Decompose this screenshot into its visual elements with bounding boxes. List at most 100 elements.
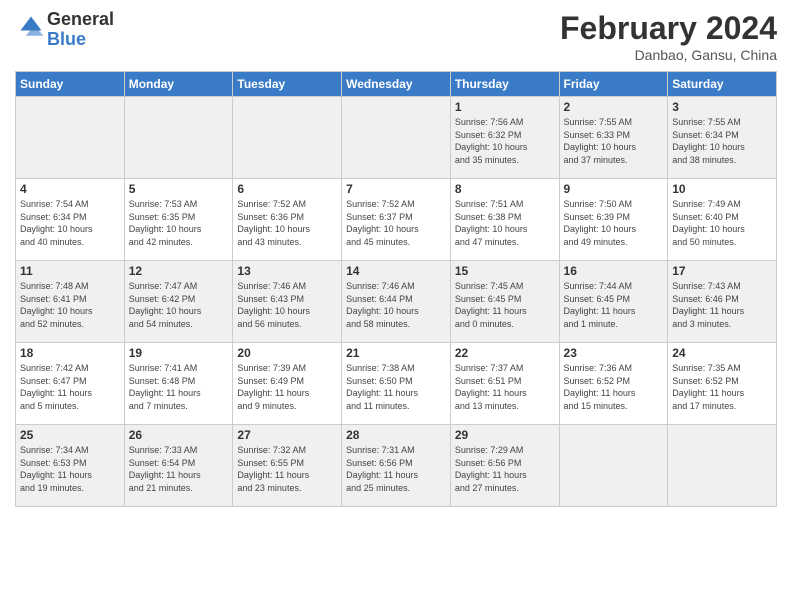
table-row: 25 Sunrise: 7:34 AMSunset: 6:53 PMDayligh… [16,425,125,507]
day-number: 4 [20,182,120,196]
day-info: Sunrise: 7:32 AMSunset: 6:55 PMDaylight:… [237,444,337,494]
table-row: 19 Sunrise: 7:41 AMSunset: 6:48 PMDayligh… [124,343,233,425]
day-info: Sunrise: 7:55 AMSunset: 6:33 PMDaylight:… [564,116,664,166]
day-number: 20 [237,346,337,360]
calendar-week-row: 11 Sunrise: 7:48 AMSunset: 6:41 PMDayligh… [16,261,777,343]
day-info: Sunrise: 7:31 AMSunset: 6:56 PMDaylight:… [346,444,446,494]
calendar-week-row: 18 Sunrise: 7:42 AMSunset: 6:47 PMDayligh… [16,343,777,425]
day-info: Sunrise: 7:48 AMSunset: 6:41 PMDaylight:… [20,280,120,330]
header-thursday: Thursday [450,72,559,97]
day-info: Sunrise: 7:50 AMSunset: 6:39 PMDaylight:… [564,198,664,248]
table-row: 5 Sunrise: 7:53 AMSunset: 6:35 PMDaylight… [124,179,233,261]
day-number: 19 [129,346,229,360]
logo: GeneralBlue [15,10,114,50]
header-friday: Friday [559,72,668,97]
table-row [559,425,668,507]
table-row: 1 Sunrise: 7:56 AMSunset: 6:32 PMDaylight… [450,97,559,179]
table-row: 9 Sunrise: 7:50 AMSunset: 6:39 PMDaylight… [559,179,668,261]
day-info: Sunrise: 7:37 AMSunset: 6:51 PMDaylight:… [455,362,555,412]
header-tuesday: Tuesday [233,72,342,97]
table-row: 16 Sunrise: 7:44 AMSunset: 6:45 PMDayligh… [559,261,668,343]
day-number: 7 [346,182,446,196]
day-info: Sunrise: 7:36 AMSunset: 6:52 PMDaylight:… [564,362,664,412]
day-info: Sunrise: 7:51 AMSunset: 6:38 PMDaylight:… [455,198,555,248]
table-row: 10Sunrise: 7:49 AMSunset: 6:40 PMDayligh… [668,179,777,261]
table-row: 13 Sunrise: 7:46 AMSunset: 6:43 PMDayligh… [233,261,342,343]
day-number: 23 [564,346,664,360]
logo-text: GeneralBlue [47,10,114,50]
table-row: 23 Sunrise: 7:36 AMSunset: 6:52 PMDayligh… [559,343,668,425]
day-info: Sunrise: 7:55 AMSunset: 6:34 PMDaylight:… [672,116,772,166]
header-saturday: Saturday [668,72,777,97]
day-number: 6 [237,182,337,196]
day-number: 16 [564,264,664,278]
table-row: 20 Sunrise: 7:39 AMSunset: 6:49 PMDayligh… [233,343,342,425]
day-number: 5 [129,182,229,196]
day-number: 27 [237,428,337,442]
table-row: 14 Sunrise: 7:46 AMSunset: 6:44 PMDayligh… [342,261,451,343]
calendar-header-row: Sunday Monday Tuesday Wednesday Thursday… [16,72,777,97]
day-info: Sunrise: 7:38 AMSunset: 6:50 PMDaylight:… [346,362,446,412]
day-info: Sunrise: 7:53 AMSunset: 6:35 PMDaylight:… [129,198,229,248]
table-row: 7 Sunrise: 7:52 AMSunset: 6:37 PMDaylight… [342,179,451,261]
calendar-week-row: 25 Sunrise: 7:34 AMSunset: 6:53 PMDayligh… [16,425,777,507]
table-row: 29 Sunrise: 7:29 AMSunset: 6:56 PMDayligh… [450,425,559,507]
day-number: 18 [20,346,120,360]
table-row: 4 Sunrise: 7:54 AMSunset: 6:34 PMDaylight… [16,179,125,261]
header-sunday: Sunday [16,72,125,97]
day-number: 26 [129,428,229,442]
day-number: 1 [455,100,555,114]
day-number: 25 [20,428,120,442]
table-row: 3 Sunrise: 7:55 AMSunset: 6:34 PMDaylight… [668,97,777,179]
day-number: 24 [672,346,772,360]
day-number: 9 [564,182,664,196]
table-row: 26Sunrise: 7:33 AMSunset: 6:54 PMDayligh… [124,425,233,507]
day-info: Sunrise: 7:46 AMSunset: 6:44 PMDaylight:… [346,280,446,330]
header-wednesday: Wednesday [342,72,451,97]
day-number: 29 [455,428,555,442]
page-header: GeneralBlue February 2024 Danbao, Gansu,… [15,10,777,63]
day-info: Sunrise: 7:42 AMSunset: 6:47 PMDaylight:… [20,362,120,412]
table-row [124,97,233,179]
calendar-week-row: 1 Sunrise: 7:56 AMSunset: 6:32 PMDaylight… [16,97,777,179]
day-number: 8 [455,182,555,196]
day-info: Sunrise: 7:29 AMSunset: 6:56 PMDaylight:… [455,444,555,494]
day-number: 13 [237,264,337,278]
day-info: Sunrise: 7:52 AMSunset: 6:37 PMDaylight:… [346,198,446,248]
table-row: 11 Sunrise: 7:48 AMSunset: 6:41 PMDayligh… [16,261,125,343]
day-info: Sunrise: 7:44 AMSunset: 6:45 PMDaylight:… [564,280,664,330]
day-number: 28 [346,428,446,442]
day-info: Sunrise: 7:54 AMSunset: 6:34 PMDaylight:… [20,198,120,248]
day-info: Sunrise: 7:46 AMSunset: 6:43 PMDaylight:… [237,280,337,330]
day-number: 2 [564,100,664,114]
table-row: 15 Sunrise: 7:45 AMSunset: 6:45 PMDayligh… [450,261,559,343]
day-number: 11 [20,264,120,278]
location-subtitle: Danbao, Gansu, China [560,47,777,63]
day-info: Sunrise: 7:39 AMSunset: 6:49 PMDaylight:… [237,362,337,412]
day-info: Sunrise: 7:45 AMSunset: 6:45 PMDaylight:… [455,280,555,330]
table-row [342,97,451,179]
month-year-title: February 2024 [560,10,777,47]
day-number: 14 [346,264,446,278]
title-block: February 2024 Danbao, Gansu, China [560,10,777,63]
table-row: 22Sunrise: 7:37 AMSunset: 6:51 PMDayligh… [450,343,559,425]
day-number: 21 [346,346,446,360]
calendar-table: Sunday Monday Tuesday Wednesday Thursday… [15,71,777,507]
table-row: 28 Sunrise: 7:31 AMSunset: 6:56 PMDayligh… [342,425,451,507]
day-number: 3 [672,100,772,114]
table-row: 17Sunrise: 7:43 AMSunset: 6:46 PMDayligh… [668,261,777,343]
table-row: 24Sunrise: 7:35 AMSunset: 6:52 PMDayligh… [668,343,777,425]
table-row: 2 Sunrise: 7:55 AMSunset: 6:33 PMDaylight… [559,97,668,179]
main-container: GeneralBlue February 2024 Danbao, Gansu,… [0,0,792,517]
header-monday: Monday [124,72,233,97]
table-row: 6Sunrise: 7:52 AMSunset: 6:36 PMDaylight… [233,179,342,261]
day-info: Sunrise: 7:41 AMSunset: 6:48 PMDaylight:… [129,362,229,412]
day-number: 15 [455,264,555,278]
table-row [233,97,342,179]
day-number: 17 [672,264,772,278]
calendar-week-row: 4 Sunrise: 7:54 AMSunset: 6:34 PMDaylight… [16,179,777,261]
table-row: 12Sunrise: 7:47 AMSunset: 6:42 PMDayligh… [124,261,233,343]
day-info: Sunrise: 7:56 AMSunset: 6:32 PMDaylight:… [455,116,555,166]
table-row: 21 Sunrise: 7:38 AMSunset: 6:50 PMDayligh… [342,343,451,425]
day-info: Sunrise: 7:34 AMSunset: 6:53 PMDaylight:… [20,444,120,494]
